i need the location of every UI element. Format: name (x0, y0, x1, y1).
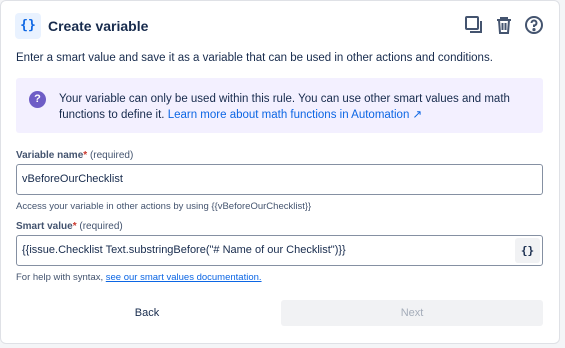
variable-name-value[interactable]: vBeforeOurChecklist (22, 173, 123, 185)
smart-value-help: For help with syntax, see our smart valu… (16, 272, 262, 283)
smart-value-label: Smart value* (required) (16, 221, 123, 232)
trash-icon[interactable] (493, 14, 515, 36)
variable-name-input[interactable]: vBeforeOurChecklist (16, 164, 543, 195)
required-hint: (required) (79, 221, 123, 232)
next-button[interactable]: Next (281, 300, 543, 326)
info-text: Your variable can only be used within th… (59, 91, 529, 123)
intro-text: Enter a smart value and save it as a var… (16, 52, 493, 64)
variable-name-label: Variable name* (required) (16, 150, 133, 161)
required-hint: (required) (89, 150, 134, 161)
smart-value-help-text: For help with syntax, (16, 272, 104, 283)
math-functions-link[interactable]: Learn more about math functions in Autom… (168, 109, 422, 121)
variable-name-label-text: Variable name (16, 150, 84, 161)
header-actions (463, 14, 545, 36)
braces-icon: {} (15, 13, 41, 39)
required-asterisk: * (72, 221, 77, 232)
create-variable-panel: {} Create variable Enter a smart value a… (0, 0, 560, 344)
duplicate-icon[interactable] (463, 14, 485, 36)
smart-value-value[interactable]: {{issue.Checklist Text.substringBefore("… (22, 244, 346, 256)
smart-value-label-text: Smart value (16, 221, 73, 232)
smart-values-docs-link[interactable]: see our smart values documentation. (106, 272, 262, 283)
smart-value-braces-button[interactable]: {} (515, 238, 540, 263)
help-icon[interactable] (523, 14, 545, 36)
required-asterisk: * (83, 150, 88, 161)
panel-title: Create variable (48, 18, 149, 34)
back-button[interactable]: Back (16, 301, 278, 326)
info-message: ? Your variable can only be used within … (16, 78, 543, 133)
smart-value-input[interactable]: {{issue.Checklist Text.substringBefore("… (16, 235, 543, 266)
question-icon: ? (29, 91, 46, 108)
variable-name-help: Access your variable in other actions by… (16, 201, 312, 212)
